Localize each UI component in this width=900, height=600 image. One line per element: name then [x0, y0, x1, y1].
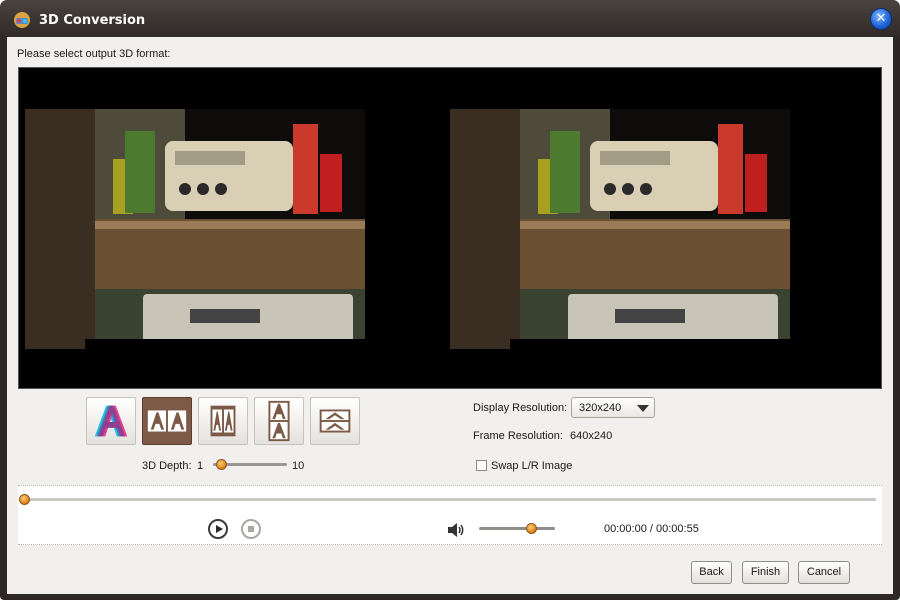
seek-slider[interactable] — [19, 494, 876, 505]
left-eye-frame — [25, 109, 365, 349]
format-top-bottom-half-button[interactable] — [310, 397, 360, 445]
volume-slider-thumb[interactable] — [525, 523, 537, 534]
display-resolution-value: 320x240 — [579, 402, 622, 414]
window-title: 3D Conversion — [39, 13, 146, 28]
close-button[interactable]: ✕ — [870, 8, 892, 30]
swap-lr-checkbox[interactable] — [476, 460, 487, 471]
dialog-body: Please select output 3D format: 3D Depth… — [7, 37, 893, 594]
depth-slider-thumb[interactable] — [216, 459, 228, 470]
display-resolution-select[interactable]: 320x240 — [571, 397, 655, 418]
dialog-window: 3D Conversion ✕ Please select output 3D … — [0, 0, 900, 600]
playback-panel: 00:00:00 / 00:00:55 — [18, 485, 882, 545]
title-bar[interactable]: 3D Conversion ✕ — [0, 0, 900, 38]
chevron-down-icon — [637, 405, 649, 412]
frame-resolution-value: 640x240 — [570, 430, 613, 442]
format-top-bottom-button[interactable] — [254, 397, 304, 445]
finish-button[interactable]: Finish — [742, 561, 789, 584]
depth-min-label: 1 — [197, 460, 204, 472]
right-eye-frame — [450, 109, 790, 349]
depth-label: 3D Depth: — [142, 460, 192, 472]
swap-lr-label[interactable]: Swap L/R Image — [491, 460, 572, 472]
top-bottom-icon — [268, 400, 290, 442]
top-bottom-half-icon — [319, 409, 351, 433]
side-by-side-icon — [147, 410, 187, 432]
volume-slider[interactable] — [479, 523, 555, 534]
side-by-side-half-icon — [210, 405, 236, 437]
cancel-button[interactable]: Cancel — [798, 561, 850, 584]
speaker-icon[interactable] — [447, 522, 467, 538]
stop-button[interactable] — [241, 519, 261, 539]
app-3d-icon — [14, 12, 30, 28]
frame-resolution-label: Frame Resolution: — [473, 430, 563, 442]
display-resolution-label: Display Resolution: — [473, 402, 568, 414]
format-side-by-side-half-button[interactable] — [198, 397, 248, 445]
close-icon: ✕ — [875, 11, 887, 26]
depth-slider[interactable] — [213, 459, 287, 470]
back-button[interactable]: Back — [691, 561, 732, 584]
format-side-by-side-button[interactable] — [142, 397, 192, 445]
preview-area — [18, 67, 882, 389]
format-anaglyph-button[interactable] — [86, 397, 136, 445]
depth-max-label: 10 — [292, 460, 305, 472]
playback-time: 00:00:00 / 00:00:55 — [604, 523, 699, 535]
seek-slider-thumb[interactable] — [19, 494, 30, 505]
format-prompt: Please select output 3D format: — [17, 48, 171, 60]
play-button[interactable] — [208, 519, 228, 539]
anaglyph-icon — [94, 405, 128, 437]
